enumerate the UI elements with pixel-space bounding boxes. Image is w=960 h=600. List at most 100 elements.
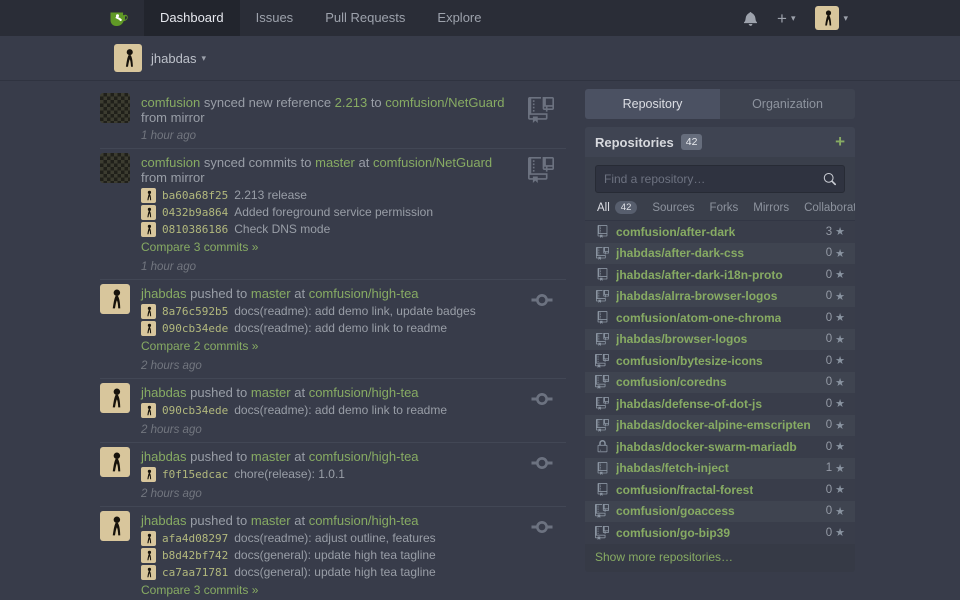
commit-hash-link[interactable]: f0f15edcac <box>162 466 228 483</box>
git-commit-icon <box>530 387 554 416</box>
feed-link[interactable]: master <box>251 449 291 464</box>
actor-avatar[interactable] <box>100 153 130 183</box>
commit-hash-link[interactable]: afa4d08297 <box>162 530 228 547</box>
nav-item-issues[interactable]: Issues <box>240 0 310 36</box>
compare-commits-link[interactable]: Compare 3 commits » <box>141 582 258 598</box>
star-number: 0 <box>826 419 832 431</box>
filter-forks[interactable]: Forks <box>710 202 739 214</box>
filter-label: Collaborative <box>804 202 855 214</box>
repo-link[interactable]: comfusion/coredns <box>616 375 727 389</box>
star-icon: ★ <box>835 311 845 324</box>
show-more-repositories-link[interactable]: Show more repositories… <box>585 544 855 572</box>
gitea-logo[interactable] <box>106 6 130 30</box>
repo-link[interactable]: jhabdas/docker-swarm-mariadb <box>616 440 797 454</box>
feed-link[interactable]: comfusion/high-tea <box>309 385 419 400</box>
commit-hash-link[interactable]: 0810386186 <box>162 221 228 238</box>
star-number: 3 <box>826 226 832 238</box>
feed-link[interactable]: master <box>315 155 355 170</box>
sidebar-tabs: RepositoryOrganization <box>585 89 855 119</box>
repo-link[interactable]: comfusion/after-dark <box>616 225 735 239</box>
repo-link[interactable]: comfusion/atom-one-chroma <box>616 311 781 325</box>
repo-icon <box>595 483 609 496</box>
repo-link[interactable]: comfusion/go-bip39 <box>616 526 730 540</box>
feed-link[interactable]: comfusion/high-tea <box>309 449 419 464</box>
top-navbar: DashboardIssuesPull RequestsExplore + ▾ … <box>0 0 960 36</box>
actor-avatar[interactable] <box>100 511 130 541</box>
repo-link[interactable]: jhabdas/docker-alpine-emscripten <box>616 418 811 432</box>
filter-count-badge: 42 <box>615 201 638 214</box>
feed-link[interactable]: comfusion <box>141 155 200 170</box>
commit-hash-link[interactable]: b8d42bf742 <box>162 547 228 564</box>
filter-sources[interactable]: Sources <box>652 202 694 214</box>
feed-title: comfusion synced commits to master at co… <box>141 153 510 185</box>
tab-organization[interactable]: Organization <box>720 89 855 119</box>
repo-link[interactable]: jhabdas/browser-logos <box>616 332 747 346</box>
actor-avatar[interactable] <box>100 447 130 477</box>
feed-link[interactable]: jhabdas <box>141 513 187 528</box>
actor-avatar[interactable] <box>100 284 130 314</box>
star-count: 0★ <box>826 505 845 518</box>
nav-item-explore[interactable]: Explore <box>421 0 497 36</box>
repo-filters: All42 Sources Forks Mirrors Collaborative <box>585 199 855 221</box>
context-username[interactable]: jhabdas <box>151 51 197 66</box>
star-number: 0 <box>826 333 832 345</box>
fork-icon <box>595 333 609 346</box>
feed-link[interactable]: master <box>251 286 291 301</box>
repo-link[interactable]: jhabdas/fetch-inject <box>616 461 729 475</box>
repo-link[interactable]: comfusion/fractal-forest <box>616 483 753 497</box>
repo-link[interactable]: jhabdas/after-dark-i18n-proto <box>616 268 783 282</box>
filter-all[interactable]: All42 <box>597 201 637 214</box>
repo-link[interactable]: comfusion/bytesize-icons <box>616 354 763 368</box>
repo-search-input[interactable] <box>604 172 823 186</box>
filter-mirrors[interactable]: Mirrors <box>753 202 789 214</box>
feed-link[interactable]: jhabdas <box>141 286 187 301</box>
feed-link[interactable]: master <box>251 513 291 528</box>
actor-avatar[interactable] <box>100 383 130 413</box>
actor-avatar[interactable] <box>100 93 130 123</box>
commit-hash-link[interactable]: 090cb34ede <box>162 402 228 419</box>
repo-icon <box>595 225 609 238</box>
commit-hash-link[interactable]: 0432b9a864 <box>162 204 228 221</box>
repo-link[interactable]: jhabdas/defense-of-dot-js <box>616 397 762 411</box>
feed-title: jhabdas pushed to master at comfusion/hi… <box>141 383 510 400</box>
feed-link[interactable]: comfusion/high-tea <box>309 513 419 528</box>
feed-link[interactable]: comfusion/NetGuard <box>385 95 504 110</box>
user-menu[interactable]: ▾ <box>815 6 848 30</box>
feed-link[interactable]: comfusion <box>141 95 200 110</box>
context-avatar[interactable] <box>114 44 142 72</box>
star-count: 1★ <box>826 462 845 475</box>
feed-link[interactable]: 2.213 <box>335 95 368 110</box>
repo-row: jhabdas/after-dark-css0★ <box>585 243 855 265</box>
tab-repository[interactable]: Repository <box>585 89 720 119</box>
star-icon: ★ <box>835 333 845 346</box>
commit-hash-link[interactable]: 8a76c592b5 <box>162 303 228 320</box>
repo-row: jhabdas/docker-alpine-emscripten 0★ <box>585 415 855 437</box>
star-count: 0★ <box>826 397 845 410</box>
feed-link[interactable]: comfusion/high-tea <box>309 286 419 301</box>
star-number: 0 <box>826 269 832 281</box>
nav-item-pull-requests[interactable]: Pull Requests <box>309 0 421 36</box>
feed-link[interactable]: comfusion/NetGuard <box>373 155 492 170</box>
commit-hash-link[interactable]: 090cb34ede <box>162 320 228 337</box>
bell-icon[interactable] <box>744 11 757 26</box>
lock-icon <box>595 440 609 453</box>
repo-link[interactable]: jhabdas/after-dark-css <box>616 246 744 260</box>
compare-commits-link[interactable]: Compare 3 commits » <box>141 239 258 255</box>
create-new-button[interactable]: + ▾ <box>777 10 795 27</box>
filter-collaborative[interactable]: Collaborative <box>804 202 855 214</box>
feed-item: jhabdas pushed to master at comfusion/hi… <box>100 443 566 507</box>
compare-commits-link[interactable]: Compare 2 commits » <box>141 338 258 354</box>
add-repository-button[interactable]: + <box>835 135 845 149</box>
feed-link[interactable]: jhabdas <box>141 385 187 400</box>
commit-hash-link[interactable]: ba60a68f25 <box>162 187 228 204</box>
nav-item-dashboard[interactable]: Dashboard <box>144 0 240 36</box>
star-icon: ★ <box>835 419 845 432</box>
repo-link[interactable]: comfusion/goaccess <box>616 504 735 518</box>
repo-link[interactable]: jhabdas/alrra-browser-logos <box>616 289 777 303</box>
feed-link[interactable]: jhabdas <box>141 449 187 464</box>
feed-link[interactable]: master <box>251 385 291 400</box>
repositories-panel-header: Repositories 42 + <box>585 127 855 157</box>
star-count: 0★ <box>826 311 845 324</box>
commit-hash-link[interactable]: ca7aa71781 <box>162 564 228 581</box>
committer-avatar <box>141 188 156 203</box>
